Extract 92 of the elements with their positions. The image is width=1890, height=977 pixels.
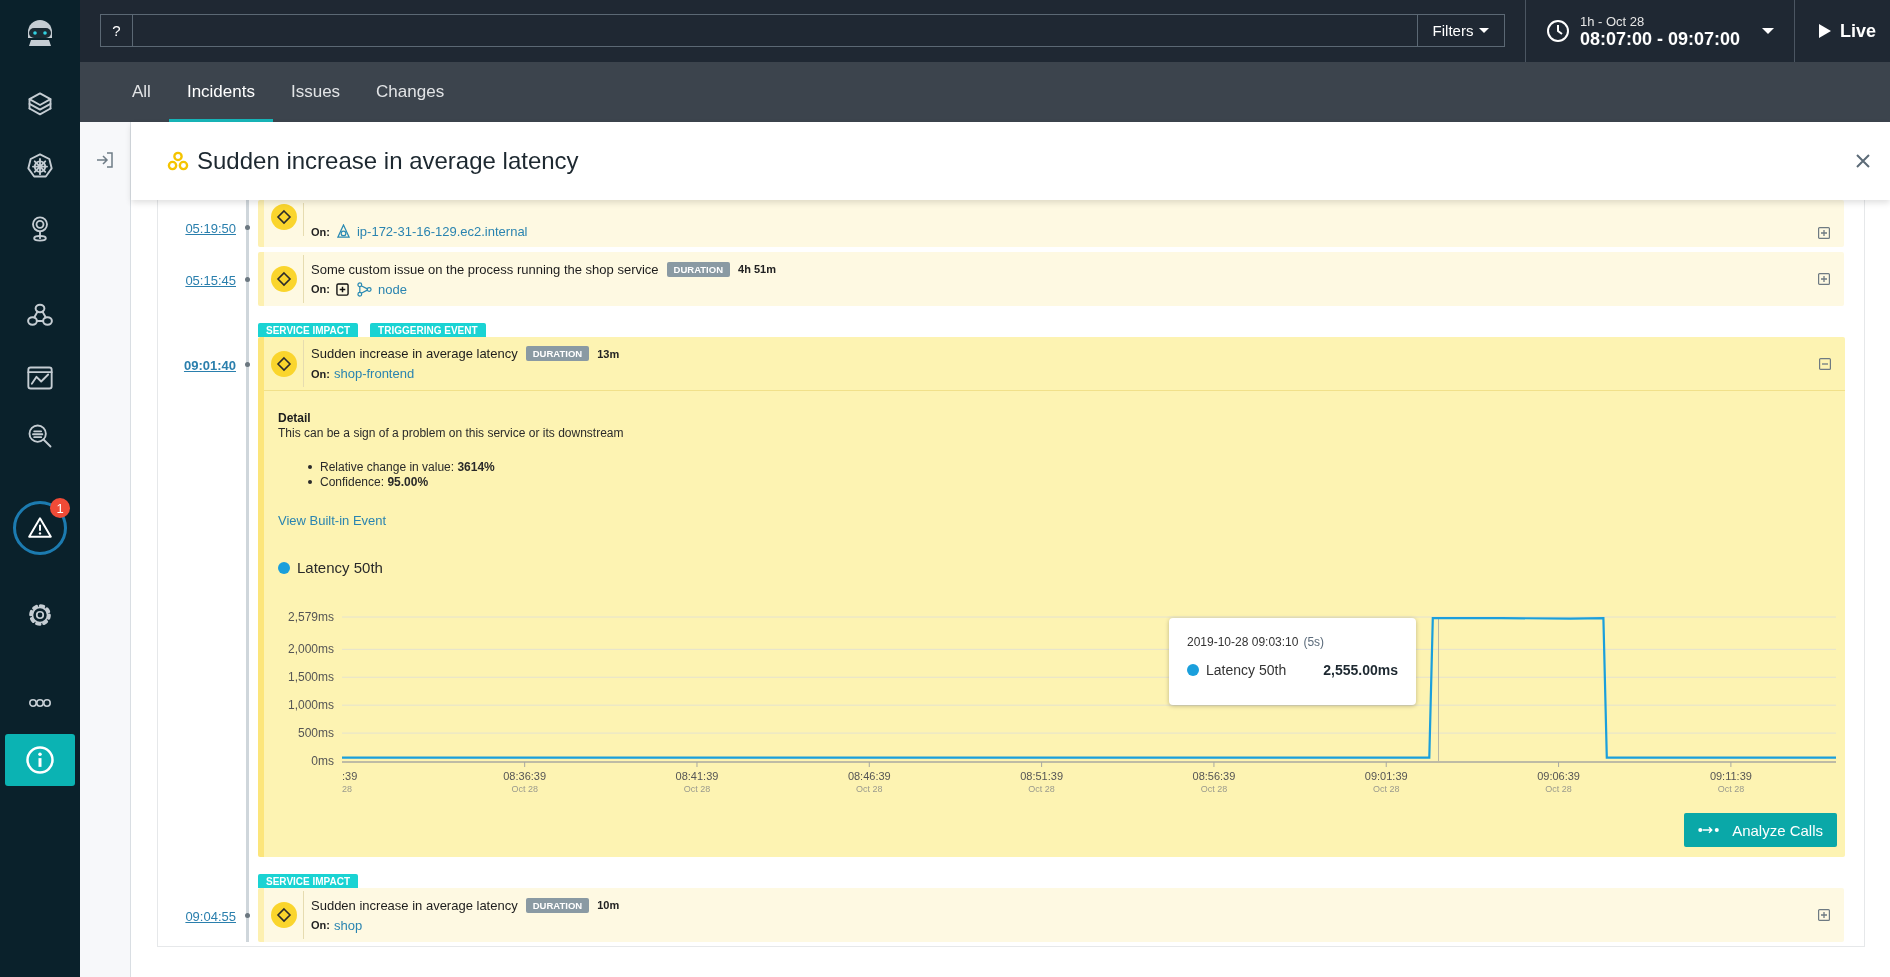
more-icon: [28, 697, 52, 709]
event-time-link[interactable]: 05:19:50: [185, 221, 236, 236]
duration-value: 10m: [597, 899, 620, 911]
tag: SERVICE IMPACT: [258, 874, 359, 888]
detail-text: This can be a sign of a problem on this service or its downstream: [278, 426, 625, 440]
tooltip-series: Latency 50th: [1206, 662, 1287, 678]
x-axis-date: Oct 28: [1717, 784, 1745, 794]
target-link[interactable]: shop-frontend: [333, 366, 415, 381]
x-axis-label: 09:06:39: [1537, 770, 1580, 782]
y-axis-label: 1,000ms: [287, 698, 334, 713]
x-axis-date: Oct 28: [1545, 784, 1572, 794]
view-event-link[interactable]: View Built-in Event: [278, 513, 387, 528]
x-axis-date: Oct 28: [1200, 784, 1228, 794]
tab[interactable]: All: [114, 62, 169, 122]
sidebar-item[interactable]: 1: [13, 501, 67, 555]
detail-heading: Detail: [278, 411, 312, 425]
tag: TRIGGERING EVENT: [370, 323, 486, 337]
time-range-value: 08:07:00 - 09:07:00: [1580, 28, 1742, 49]
x-axis-date: Oct 28: [1373, 784, 1400, 794]
live-button[interactable]: Live: [1795, 0, 1890, 62]
incident-title: Sudden increase in average latency: [197, 147, 580, 175]
detail-item: Relative change in value: 3614%: [320, 460, 495, 474]
duration-value: 4h 51m: [738, 263, 776, 275]
warning-icon: [27, 515, 53, 541]
series-dot: [1187, 664, 1199, 676]
settings-icon: [27, 602, 53, 628]
x-axis-label: 08:41:39: [675, 770, 719, 782]
on-label: On:: [311, 367, 330, 380]
on-label: On:: [311, 283, 330, 295]
tab[interactable]: Changes: [358, 62, 463, 122]
clock-icon: [1546, 19, 1570, 43]
y-axis-label: 2,000ms: [287, 642, 334, 657]
event-title: Sudden increase in average latency: [311, 897, 518, 913]
detail-item: Confidence: 95.00%: [320, 475, 429, 489]
x-axis-date: Oct 28: [1028, 784, 1055, 794]
bullet-icon: [308, 480, 312, 484]
timeline-dot: [245, 913, 250, 918]
x-axis-label: 08:46:39: [847, 770, 891, 782]
tooltip-interval: (5s): [1303, 635, 1325, 649]
on-label: On:: [311, 919, 330, 931]
target-link[interactable]: node: [377, 281, 407, 297]
duration-badge: DURATION: [525, 346, 590, 361]
analyze-calls-button[interactable]: Analyze Calls: [1684, 813, 1837, 847]
x-axis-label: 08:51:39: [1020, 770, 1064, 782]
timeline-dot: [245, 277, 250, 282]
y-axis-label: 2,579ms: [287, 610, 334, 624]
incident-icon: [167, 151, 189, 171]
info-icon: [25, 745, 55, 775]
timeline-dot: [245, 225, 250, 230]
sign-in-icon[interactable]: [95, 150, 115, 170]
event-time-link[interactable]: 05:15:45: [185, 273, 236, 288]
x-axis-label: :39: [342, 770, 358, 782]
duration-badge: DURATION: [666, 261, 730, 277]
tag: SERVICE IMPACT: [258, 323, 359, 337]
target-link[interactable]: ip-172-31-16-129.ec2.internal: [356, 224, 528, 239]
wheel-icon: [26, 152, 54, 180]
legend-label: Latency 50th: [297, 559, 383, 576]
duration-value: 13m: [597, 347, 620, 360]
timeline-dot: [245, 362, 250, 367]
bullet-icon: [308, 465, 312, 469]
event-time-link[interactable]: 09:01:40: [183, 358, 236, 373]
tooltip-time: 2019-10-28 09:03:10: [1187, 635, 1299, 649]
search-icon: [26, 422, 54, 450]
play-icon: [1819, 24, 1831, 38]
y-axis-label: 1,500ms: [287, 670, 334, 685]
tab[interactable]: Issues: [272, 62, 359, 122]
time-range-label: 1h - Oct 28: [1580, 13, 1646, 29]
chart-window-icon: [26, 364, 54, 392]
x-axis-label: 08:36:39: [503, 770, 547, 782]
event-title: Sudden increase in average latency: [311, 346, 518, 361]
x-axis-label: 09:11:39: [1709, 770, 1752, 782]
event-title: Some custom issue on the process running the shop service: [311, 261, 659, 277]
target-link[interactable]: shop: [333, 917, 363, 933]
close-icon[interactable]: [1856, 154, 1870, 168]
x-axis-date: Oct 28: [683, 784, 711, 794]
expand-icon[interactable]: [335, 282, 349, 296]
on-label: On:: [311, 225, 330, 238]
x-axis-date: Oct 28: [856, 784, 883, 794]
x-axis-date: 28: [342, 784, 352, 794]
x-axis-date: Oct 28: [511, 784, 538, 794]
caret-icon: [1762, 27, 1774, 35]
y-axis-label: 500ms: [297, 726, 334, 741]
flow-icon: [1698, 825, 1721, 835]
duration-badge: DURATION: [525, 897, 590, 913]
x-axis-label: 09:01:39: [1364, 770, 1408, 782]
node-icon: [356, 281, 372, 297]
event-time-link[interactable]: 09:04:55: [185, 909, 236, 924]
notification-badge: 1: [50, 498, 70, 518]
collapse-icon[interactable]: [1819, 357, 1831, 370]
tooltip-value: 2,555.00ms: [1323, 662, 1398, 678]
y-axis-label: 0ms: [311, 754, 334, 768]
x-axis-label: 08:56:39: [1192, 770, 1236, 782]
